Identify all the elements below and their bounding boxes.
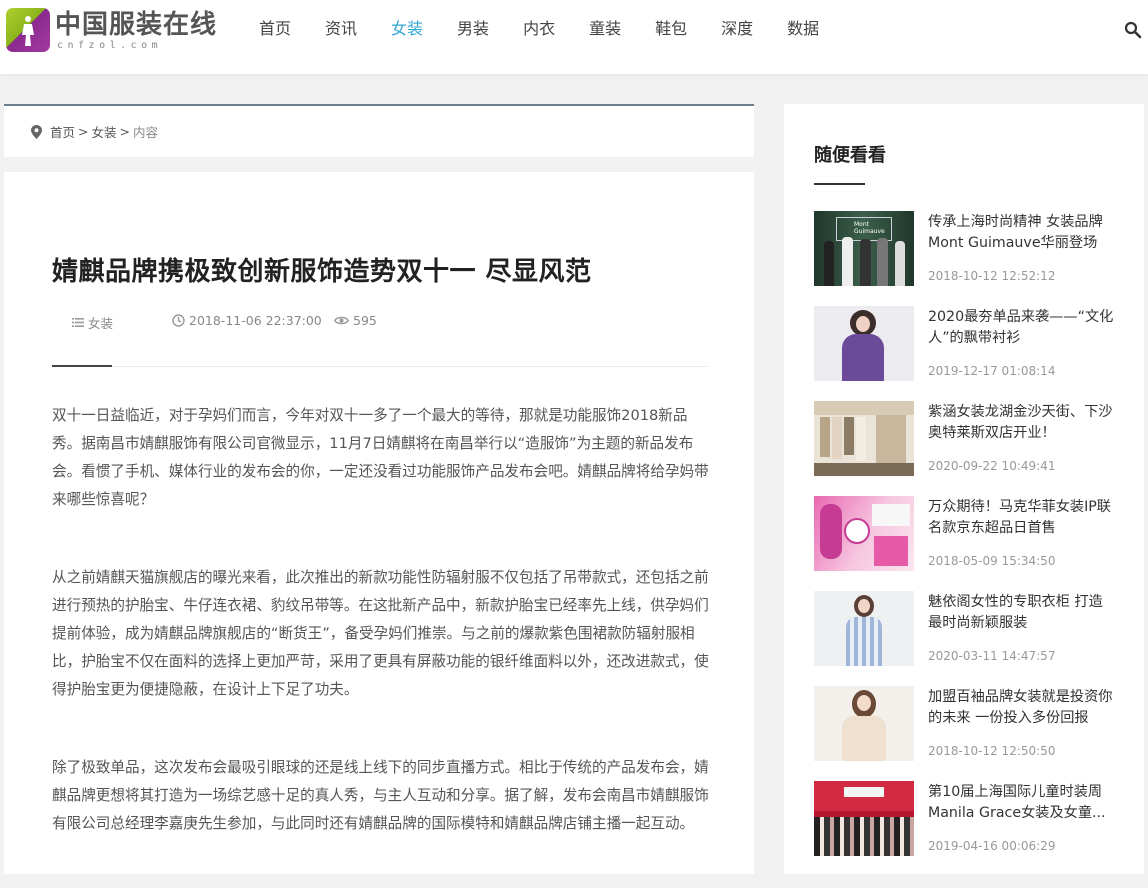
item-date: 2020-09-22 10:49:41	[928, 459, 1056, 473]
article: 婧麒品牌携极致创新服饰造势双十一 尽显风范 女装 2018-11-06 22:3…	[4, 172, 754, 874]
thumbnail[interactable]	[814, 781, 914, 856]
thumbnail[interactable]	[814, 686, 914, 761]
item-title[interactable]: 万众期待！马克华菲女装IP联名款京东超品日首售	[928, 497, 1114, 539]
item-title[interactable]: 紫涵女装龙湖金沙天街、下沙奥特莱斯双店开业！	[928, 402, 1114, 444]
article-meta: 女装 2018-11-06 22:37:00 595	[52, 313, 712, 333]
breadcrumb-section[interactable]: 女装	[92, 122, 117, 141]
breadcrumb: 首页 > 女装 > 内容	[4, 104, 754, 157]
item-date: 2019-12-17 01:08:14	[928, 364, 1056, 378]
search-icon[interactable]	[1124, 21, 1142, 39]
breadcrumb-separator: >	[119, 124, 130, 139]
breadcrumb-home[interactable]: 首页	[50, 122, 75, 141]
sidebar-title-underline	[814, 183, 865, 185]
nav-item-kids[interactable]: 童装	[572, 0, 638, 58]
sidebar-list: Mont Guimauve 传承上海时尚精神 女装品牌Mont Guimauve…	[814, 211, 1124, 876]
list-icon	[72, 318, 84, 327]
item-date: 2018-05-09 15:34:50	[928, 554, 1056, 568]
nav-item-shoes-bags[interactable]: 鞋包	[638, 0, 704, 58]
thumbnail[interactable]	[814, 496, 914, 571]
sidebar: 随便看看 Mont Guimauve 传承上海时尚精神 女装品牌Mont Gui…	[784, 104, 1144, 874]
nav-item-underwear[interactable]: 内衣	[506, 0, 572, 58]
clock-icon	[172, 314, 185, 327]
time-label: 2018-11-06 22:37:00	[189, 313, 322, 328]
sidebar-title: 随便看看	[814, 145, 886, 166]
article-title: 婧麒品牌携极致创新服饰造势双十一 尽显风范	[52, 257, 592, 287]
article-views: 595	[334, 313, 377, 328]
list-item[interactable]: 魅依阁女性的专职衣柜 打造最时尚新颖服装 2020-03-11 14:47:57	[814, 591, 1124, 666]
nav-item-womens[interactable]: 女装	[374, 0, 440, 58]
list-item[interactable]: 紫涵女装龙湖金沙天街、下沙奥特莱斯双店开业！ 2020-09-22 10:49:…	[814, 401, 1124, 476]
main-nav: 首页 资讯 女装 男装 内衣 童装 鞋包 深度 数据	[242, 0, 836, 58]
item-date: 2018-10-12 12:52:12	[928, 269, 1056, 283]
article-body: 双十一日益临近，对于孕妈们而言，今年对双十一多了一个最大的等待，那就是功能服饰2…	[52, 402, 712, 888]
thumbnail-caption: Mont Guimauve	[854, 221, 885, 235]
item-title[interactable]: 2020最夯单品来袭——“文化人”的飘带衬衫	[928, 307, 1114, 349]
nav-item-mens[interactable]: 男装	[440, 0, 506, 58]
logo-icon	[6, 8, 50, 52]
item-date: 2019-04-16 00:06:29	[928, 839, 1056, 853]
breadcrumb-current: 内容	[133, 125, 159, 140]
top-header: 中国服装在线 cnfzol.com 首页 资讯 女装 男装 内衣 童装 鞋包 深…	[0, 0, 1148, 74]
logo-subtitle: cnfzol.com	[57, 40, 163, 51]
item-title[interactable]: 魅依阁女性的专职衣柜 打造最时尚新颖服装	[928, 592, 1114, 634]
paragraph: 从之前婧麒天猫旗舰店的曝光来看，此次推出的新款功能性防辐射服不仅包括了吊带款式，…	[52, 569, 709, 698]
item-title[interactable]: 传承上海时尚精神 女装品牌Mont Guimauve华丽登场	[928, 212, 1114, 254]
list-item[interactable]: 加盟百袖品牌女装就是投资你的未来 一份投入多份回报 2018-10-12 12:…	[814, 686, 1124, 761]
paragraph: 双十一日益临近，对于孕妈们而言，今年对双十一多了一个最大的等待，那就是功能服饰2…	[52, 407, 709, 508]
item-date: 2020-03-11 14:47:57	[928, 649, 1056, 663]
list-item[interactable]: 2020最夯单品来袭——“文化人”的飘带衬衫 2019-12-17 01:08:…	[814, 306, 1124, 381]
item-title[interactable]: 加盟百袖品牌女装就是投资你的未来 一份投入多份回报	[928, 687, 1114, 729]
thumbnail[interactable]	[814, 306, 914, 381]
location-pin-icon	[31, 124, 42, 139]
thumbnail[interactable]	[814, 401, 914, 476]
paragraph: 除了极致单品，这次发布会最吸引眼球的还是线上线下的同步直播方式。相比于传统的产品…	[52, 759, 709, 832]
title-divider-accent	[52, 365, 112, 367]
nav-item-home[interactable]: 首页	[242, 0, 308, 58]
site-logo[interactable]: 中国服装在线 cnfzol.com	[6, 8, 222, 54]
item-title[interactable]: 第10届上海国际儿童时装周Manila Grace女装及女童...	[928, 782, 1114, 824]
nav-item-depth[interactable]: 深度	[704, 0, 770, 58]
list-item[interactable]: 第10届上海国际儿童时装周Manila Grace女装及女童... 2019-0…	[814, 781, 1124, 856]
thumbnail[interactable]	[814, 591, 914, 666]
list-item[interactable]: Mont Guimauve 传承上海时尚精神 女装品牌Mont Guimauve…	[814, 211, 1124, 286]
nav-item-news[interactable]: 资讯	[308, 0, 374, 58]
article-time: 2018-11-06 22:37:00	[172, 313, 322, 328]
article-category[interactable]: 女装	[72, 313, 113, 332]
list-item[interactable]: 万众期待！马克华菲女装IP联名款京东超品日首售 2018-05-09 15:34…	[814, 496, 1124, 571]
logo-text: 中国服装在线	[55, 10, 218, 40]
category-label: 女装	[88, 316, 114, 331]
nav-item-data[interactable]: 数据	[770, 0, 836, 58]
item-date: 2018-10-12 12:50:50	[928, 744, 1056, 758]
eye-icon	[334, 316, 349, 325]
title-divider	[52, 366, 707, 367]
thumbnail[interactable]: Mont Guimauve	[814, 211, 914, 286]
breadcrumb-separator: >	[78, 124, 89, 139]
views-count: 595	[353, 313, 377, 328]
